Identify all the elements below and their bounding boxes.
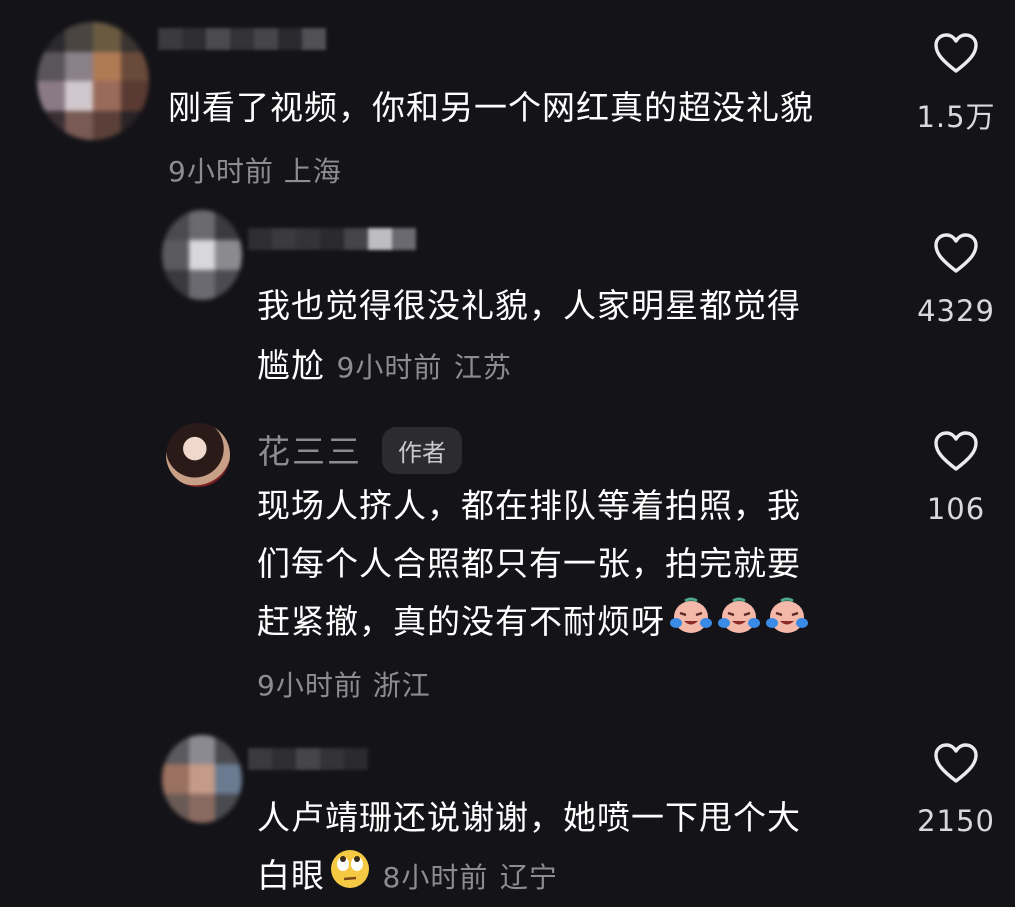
like-button[interactable]: 106 [911,430,1001,526]
reply-text-line-2: 尴尬 9小时前 江苏 [257,338,512,396]
comment-time: 9小时前 [336,351,443,384]
like-count: 4329 [917,294,995,328]
comment-time: 9小时前 [168,155,274,188]
username-blurred[interactable] [248,228,416,250]
crying-laughing-emoji-icon [669,596,713,652]
reply-text-line-2: 们每个人合照都只有一张，拍完就要 [257,544,801,583]
reply-text-line-3: 赶紧撤，真的没有不耐烦呀 [257,594,809,652]
heart-icon [934,233,978,273]
like-button[interactable]: 1.5万 [911,32,1001,136]
comment-location: 上海 [283,155,342,188]
author-badge: 作者 [382,427,462,474]
reply-text-end: 白眼 [257,856,325,895]
crying-laughing-emoji-icon [765,596,809,652]
like-button[interactable]: 4329 [911,232,1001,328]
like-button[interactable]: 2150 [911,742,1001,838]
heart-icon [934,431,978,471]
like-count: 106 [926,492,986,526]
comment-location: 辽宁 [499,861,558,894]
reply-text-end: 尴尬 [257,346,325,385]
author-name[interactable]: 花三三 [257,425,362,473]
reply-text-line-1: 现场人挤人，都在排队等着拍照，我 [257,486,801,525]
avatar[interactable] [162,210,242,300]
crying-laughing-emoji-icon [717,596,761,652]
username-blurred[interactable] [158,28,326,50]
reply-text-line-1: 人卢靖珊还说谢谢，她喷一下甩个大 [257,798,801,837]
reply-text-line-1: 我也觉得很没礼貌，人家明星都觉得 [257,286,801,325]
like-count: 2150 [917,804,995,838]
reply-text-end: 赶紧撤，真的没有不耐烦呀 [257,602,665,641]
like-count: 1.5万 [916,100,996,134]
eye-roll-emoji-icon [329,848,371,907]
reply-text-line-2: 白眼 8小时前 辽宁 [257,848,558,907]
comment-location: 浙江 [372,669,431,702]
avatar[interactable] [37,22,149,140]
avatar[interactable] [162,735,242,823]
author-avatar[interactable] [166,423,230,487]
heart-icon [934,743,978,783]
comment-location: 江苏 [453,351,512,384]
comment-text: 刚看了视频，你和另一个网红真的超没礼貌 [168,88,814,127]
username-blurred[interactable] [248,748,368,770]
comment-meta: 9小时前 浙江 [257,664,431,704]
comment-time: 9小时前 [257,669,363,702]
heart-icon [934,33,978,73]
comment-time: 8小时前 [382,861,489,894]
comment-meta: 9小时前 上海 [168,150,342,190]
